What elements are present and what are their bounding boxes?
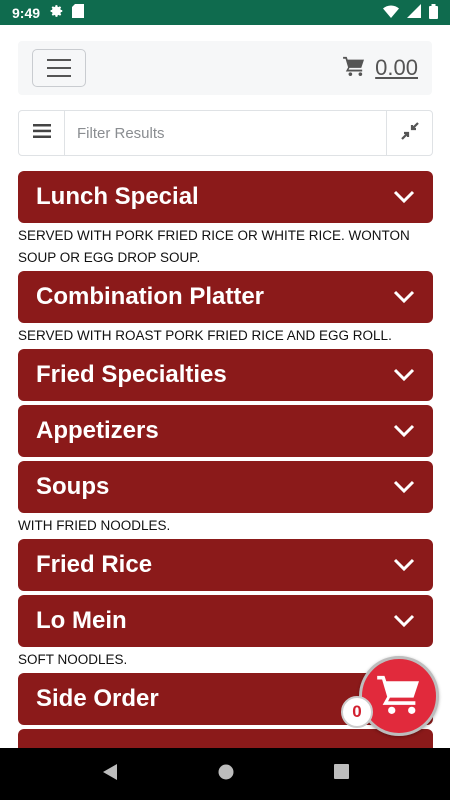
battery-icon [429, 3, 438, 22]
category-combination-platter[interactable]: Combination Platter [18, 271, 433, 323]
sd-card-icon [72, 4, 85, 21]
menu-toggle-button[interactable] [32, 49, 86, 87]
category-label: Side Order [36, 685, 159, 712]
category-label: Fried Specialties [36, 361, 227, 388]
menu-icon [47, 59, 71, 61]
category-description: SERVED WITH PORK FRIED RICE OR WHITE RIC… [18, 228, 410, 265]
chevron-down-icon [393, 558, 415, 572]
chevron-down-icon [393, 480, 415, 494]
status-time: 9:49 [12, 4, 41, 21]
chevron-down-icon [393, 290, 415, 304]
category-label: Lo Mein [36, 607, 127, 634]
category-lo-mein[interactable]: Lo Mein [18, 595, 433, 647]
back-icon[interactable] [102, 763, 118, 786]
system-navigation-bar [0, 748, 450, 800]
cart-icon [343, 56, 365, 81]
floating-cart-button[interactable] [359, 656, 439, 736]
collapse-icon [400, 121, 419, 145]
category-description: SERVED WITH ROAST PORK FRIED RICE AND EG… [18, 328, 392, 343]
category-list-button[interactable] [19, 111, 65, 155]
category-label: Combination Platter [36, 283, 265, 310]
list-icon [32, 123, 51, 143]
category-label: Lunch Special [36, 183, 199, 210]
recents-icon[interactable] [333, 764, 349, 784]
wifi-icon [383, 4, 399, 21]
filter-input[interactable] [65, 111, 386, 155]
category-lunch-special[interactable]: Lunch Special [18, 171, 433, 223]
home-icon[interactable] [218, 764, 234, 785]
chevron-down-icon [393, 424, 415, 438]
category-label: Soups [36, 473, 110, 500]
category-appetizers[interactable]: Appetizers [18, 405, 433, 457]
category-fried-rice[interactable]: Fried Rice [18, 539, 433, 591]
category-label: Appetizers [36, 417, 159, 444]
filter-bar [18, 110, 433, 156]
collapse-all-button[interactable] [386, 111, 432, 155]
category-fried-specialties[interactable]: Fried Specialties [18, 349, 433, 401]
chevron-down-icon [393, 614, 415, 628]
category-label: Fried Rice [36, 551, 153, 578]
settings-icon [50, 4, 64, 21]
category-description: WITH FRIED NOODLES. [18, 518, 171, 533]
cart-amount[interactable]: 0.00 [375, 55, 418, 81]
status-bar: 9:49 [0, 0, 450, 25]
cart-count-badge: 0 [341, 696, 373, 728]
top-navbar: 0.00 [18, 41, 432, 95]
chevron-down-icon [393, 368, 415, 382]
signal-icon [407, 4, 421, 21]
cart-icon [377, 674, 421, 719]
chevron-down-icon [393, 190, 415, 204]
category-soups[interactable]: Soups [18, 461, 433, 513]
cart-total-link[interactable]: 0.00 [343, 55, 418, 81]
